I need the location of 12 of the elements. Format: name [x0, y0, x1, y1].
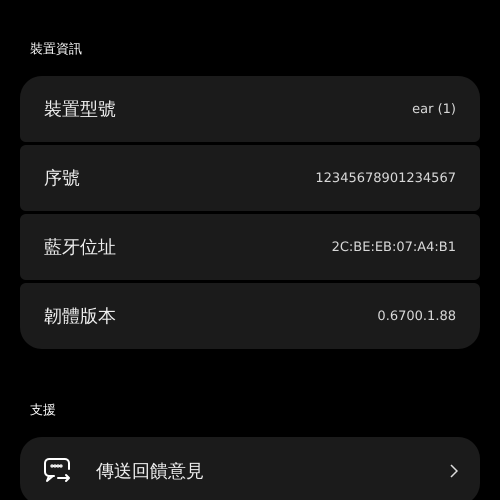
row-label: 韌體版本: [44, 305, 117, 328]
row-label: 序號: [44, 167, 81, 190]
chevron-icon: [450, 464, 458, 478]
row-value: 0.6700.1.88: [377, 308, 456, 324]
row-value: 12345678901234567: [315, 170, 456, 186]
row-label: 裝置型號: [44, 98, 117, 121]
feedback-row[interactable]: 傳送回饋意見: [20, 437, 480, 500]
section-title: 裝置資訊: [30, 41, 83, 59]
row-value: ear (1): [412, 102, 456, 116]
section-title: 支援: [30, 402, 57, 420]
row-value: 2C:BE:EB:07:A4:B1: [332, 240, 456, 254]
row-label: 藍牙位址: [44, 236, 117, 259]
